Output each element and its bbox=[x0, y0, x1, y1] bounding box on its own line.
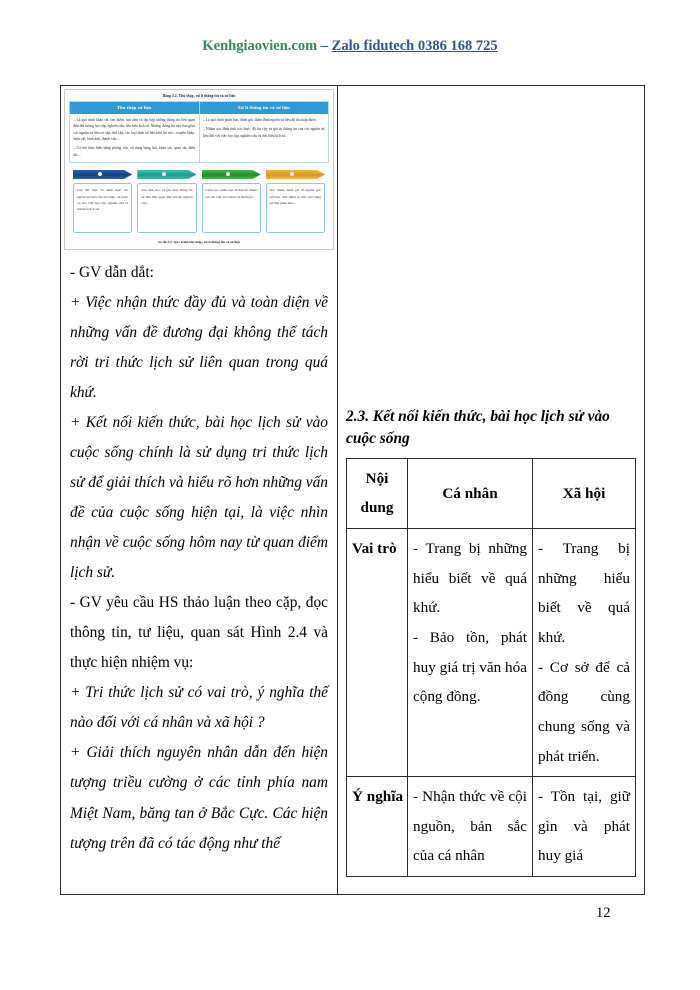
circle-marker-icon-3 bbox=[226, 172, 231, 177]
header-zalo-contact: Zalo fidutech 0386 168 725 bbox=[331, 38, 498, 54]
flow-step-text-1: Lập thư mục và danh mục các nguồn sử liệ… bbox=[73, 182, 133, 233]
table-row: Vai trò - Trang bị những hiểu biết về qu… bbox=[346, 528, 636, 778]
figure-collect-para-1: – Là quá trình khảo sát, tìm kiếm, sưu t… bbox=[73, 117, 196, 141]
left-column-activities: Bảng 2.2. Thu thập, xử lí thông tin và s… bbox=[61, 86, 338, 894]
flow-step-3: Chọn lọc, phân loại sử liệu để thuận lợi… bbox=[201, 169, 261, 233]
page-number: 12 bbox=[596, 905, 611, 921]
y-nghia-ca-nhan-item-1: - Nhận thức về cội nguồn, bản sắc của cá… bbox=[413, 788, 527, 865]
lesson-plan-table: Bảng 2.2. Thu thập, xử lí thông tin và s… bbox=[60, 85, 645, 895]
cell-vai-tro-xa-hoi: - Trang bị những hiểu biết về quá khứ. -… bbox=[532, 528, 636, 778]
table-row: Ý nghĩa - Nhận thức về cội nguồn, bản sắ… bbox=[346, 776, 636, 878]
textbook-figure: Bảng 2.2. Thu thập, xử lí thông tin và s… bbox=[64, 89, 334, 250]
lesson-para-3: + Kết nối kiến thức, bài học lịch sử vào… bbox=[70, 414, 328, 582]
lesson-para-5: + Tri thức lịch sử có vai trò, ý nghĩa t… bbox=[70, 684, 328, 732]
figure-cell-process: – Là quá trình phân loại, đánh giá, thẩm… bbox=[200, 114, 329, 143]
arrow-banner-icon-1 bbox=[73, 169, 133, 179]
flow-step-text-2: Sưu tầm, đọc và ghi chép thông tin sử li… bbox=[137, 182, 197, 233]
figure-caption-bottom: Sơ đồ 2.2. Quy trình thu thập, xử lí thô… bbox=[158, 239, 240, 244]
flow-step-1: Lập thư mục và danh mục các nguồn sử liệ… bbox=[73, 169, 133, 233]
lesson-para-2: + Việc nhận thức đầy đủ và toàn diện về … bbox=[70, 293, 328, 402]
table-header-row: Nội dung Cá nhân Xã hội bbox=[346, 457, 636, 530]
vai-tro-xa-hoi-item-1: - Trang bị những hiểu biết về quá khứ. bbox=[538, 540, 630, 646]
figure-column-process: Xử lí thông tin và sử liệu – Là quá trìn… bbox=[198, 102, 329, 162]
circle-marker-icon-1 bbox=[97, 172, 102, 177]
figure-flow-diagram: Lập thư mục và danh mục các nguồn sử liệ… bbox=[69, 169, 329, 233]
cell-y-nghia-ca-nhan: - Nhận thức về cội nguồn, bản sắc của cá… bbox=[407, 776, 533, 878]
vai-tro-ca-nhan-item-2: - Bảo tồn, phát huy giá trị văn hóa cộng… bbox=[413, 628, 527, 706]
header-site-name: Kenhgiaovien.com bbox=[202, 38, 318, 54]
vai-tro-ca-nhan-item-1: - Trang bị những hiểu biết về quá khứ. bbox=[413, 540, 527, 617]
arrow-banner-icon-4 bbox=[265, 169, 325, 179]
right-column-answers: 2.3. Kết nối kiến thức, bài học lịch sử … bbox=[338, 86, 644, 894]
vai-tro-xa-hoi-item-2: - Cơ sở để cả đồng cùng chung sống và ph… bbox=[538, 658, 630, 765]
figure-collect-para-2: – Có thể thực hiện bằng phỏng vấn, sử dụ… bbox=[73, 146, 196, 157]
figure-process-para-2: – Nhằm xác định tính xác thực, độ tin cậ… bbox=[203, 127, 325, 138]
cell-y-nghia-xa-hoi: - Tồn tại, giữ gìn và phát huy giá bbox=[532, 776, 636, 878]
arrow-banner-icon-3 bbox=[201, 169, 261, 179]
figure-header-collect: Thu thập sử liệu bbox=[70, 102, 199, 114]
answer-table: Nội dung Cá nhân Xã hội Vai trò - Trang … bbox=[346, 457, 636, 878]
column-header-ca-nhan: Cá nhân bbox=[407, 457, 533, 530]
circle-marker-icon-2 bbox=[161, 172, 166, 177]
lesson-para-4: - GV yêu cầu HS thảo luận theo cặp, đọc … bbox=[70, 594, 328, 672]
column-header-xa-hoi: Xã hội bbox=[532, 457, 636, 530]
right-column-spacer bbox=[346, 94, 636, 406]
flow-step-4: Xác minh, đánh giá về nguồn gốc sử liệu,… bbox=[265, 169, 325, 233]
row-label-vai-tro: Vai trò bbox=[346, 528, 408, 778]
flow-step-2: Sưu tầm, đọc và ghi chép thông tin sử li… bbox=[137, 169, 197, 233]
figure-data-table: Thu thập sử liệu – Là quá trình khảo sát… bbox=[69, 101, 329, 163]
arrow-banner-icon-2 bbox=[137, 169, 197, 179]
row-label-y-nghia: Ý nghĩa bbox=[346, 776, 408, 878]
figure-caption-top: Bảng 2.2. Thu thập, xử lí thông tin và s… bbox=[162, 94, 236, 98]
lesson-para-1: - GV dẫn dắt: bbox=[70, 263, 154, 281]
section-heading-2-3: 2.3. Kết nối kiến thức, bài học lịch sử … bbox=[346, 408, 610, 447]
lesson-activity-text: - GV dẫn dắt: + Việc nhận thức đầy đủ và… bbox=[61, 250, 337, 859]
column-header-noi-dung: Nội dung bbox=[346, 457, 408, 530]
page-header: Kenhgiaovien.com – Zalo fidutech 0386 16… bbox=[0, 38, 700, 55]
header-separator: – bbox=[317, 38, 332, 54]
figure-cell-collect: – Là quá trình khảo sát, tìm kiếm, sưu t… bbox=[70, 114, 199, 162]
circle-marker-icon-4 bbox=[290, 172, 295, 177]
figure-process-para-1: – Là quá trình phân loại, đánh giá, thẩm… bbox=[203, 117, 317, 122]
lesson-para-6: + Giải thích nguyên nhân dẫn đến hiện tư… bbox=[70, 744, 328, 852]
cell-vai-tro-ca-nhan: - Trang bị những hiểu biết về quá khứ. -… bbox=[407, 528, 533, 778]
flow-step-text-4: Xác minh, đánh giá về nguồn gốc sử liệu,… bbox=[265, 182, 325, 233]
figure-header-process: Xử lí thông tin và sử liệu bbox=[199, 102, 328, 114]
figure-column-collect: Thu thập sử liệu – Là quá trình khảo sát… bbox=[70, 102, 199, 162]
flow-step-text-3: Chọn lọc, phân loại sử liệu để thuận lợi… bbox=[201, 182, 261, 233]
y-nghia-xa-hoi-item-1: - Tồn tại, giữ gìn và phát huy giá bbox=[538, 788, 630, 865]
